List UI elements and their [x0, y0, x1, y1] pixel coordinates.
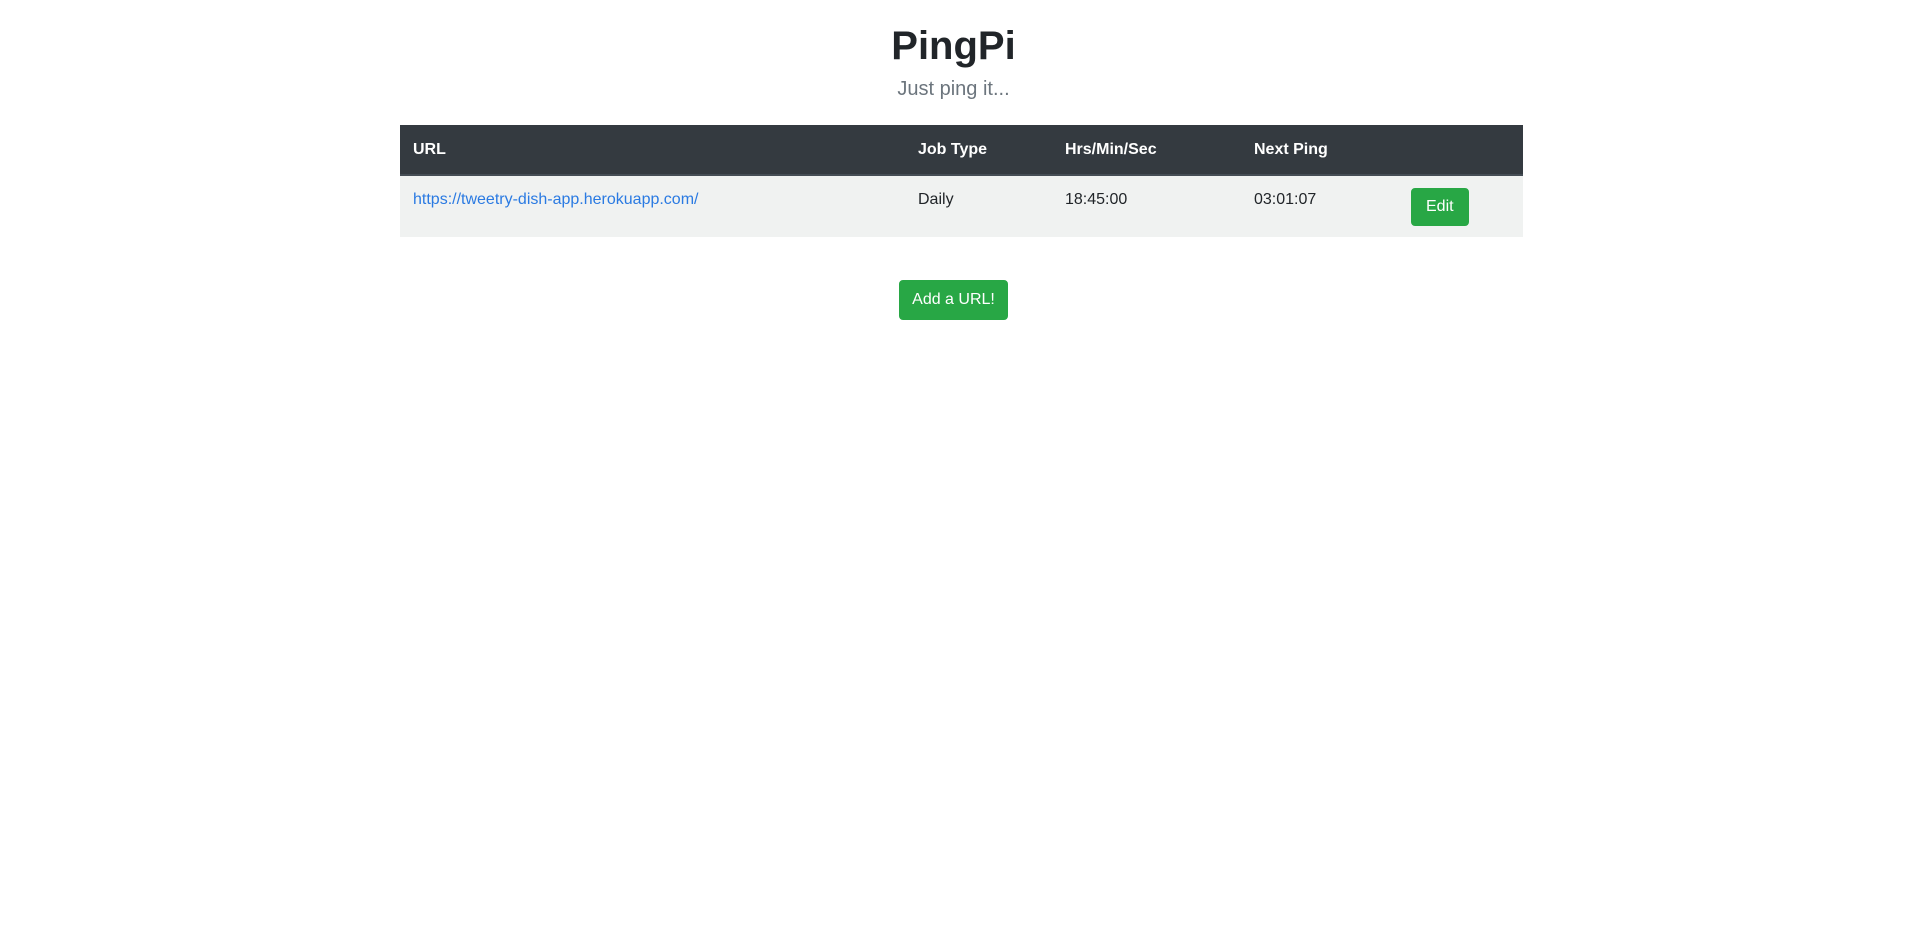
- table-row: https://tweetry-dish-app.herokuapp.com/ …: [400, 175, 1523, 237]
- next-ping-cell: 03:01:07: [1254, 191, 1317, 208]
- jobs-table-container: URL Job Type Hrs/Min/Sec Next Ping https…: [400, 125, 1523, 237]
- column-header-time: Hrs/Min/Sec: [1052, 125, 1241, 176]
- url-link[interactable]: https://tweetry-dish-app.herokuapp.com/: [413, 191, 698, 208]
- jobs-table: URL Job Type Hrs/Min/Sec Next Ping https…: [400, 125, 1523, 237]
- page-header: PingPi Just ping it...: [0, 0, 1907, 102]
- column-header-actions: [1398, 125, 1523, 176]
- table-body: https://tweetry-dish-app.herokuapp.com/ …: [400, 175, 1523, 237]
- page-subtitle: Just ping it...: [897, 78, 1010, 100]
- time-cell: 18:45:00: [1065, 191, 1128, 208]
- column-header-job-type: Job Type: [905, 125, 1052, 176]
- edit-button[interactable]: Edit: [1411, 188, 1469, 226]
- add-url-button[interactable]: Add a URL!: [899, 280, 1008, 320]
- table-header-row: URL Job Type Hrs/Min/Sec Next Ping: [400, 125, 1523, 176]
- table-header: URL Job Type Hrs/Min/Sec Next Ping: [400, 125, 1523, 176]
- actions-cell: Edit: [1398, 175, 1523, 237]
- column-header-url: URL: [400, 125, 905, 176]
- job-type-cell: Daily: [918, 191, 954, 208]
- url-cell: https://tweetry-dish-app.herokuapp.com/: [400, 175, 905, 237]
- page-title: PingPi: [891, 24, 1016, 68]
- column-header-next-ping: Next Ping: [1241, 125, 1398, 176]
- add-url-container: Add a URL!: [0, 280, 1907, 320]
